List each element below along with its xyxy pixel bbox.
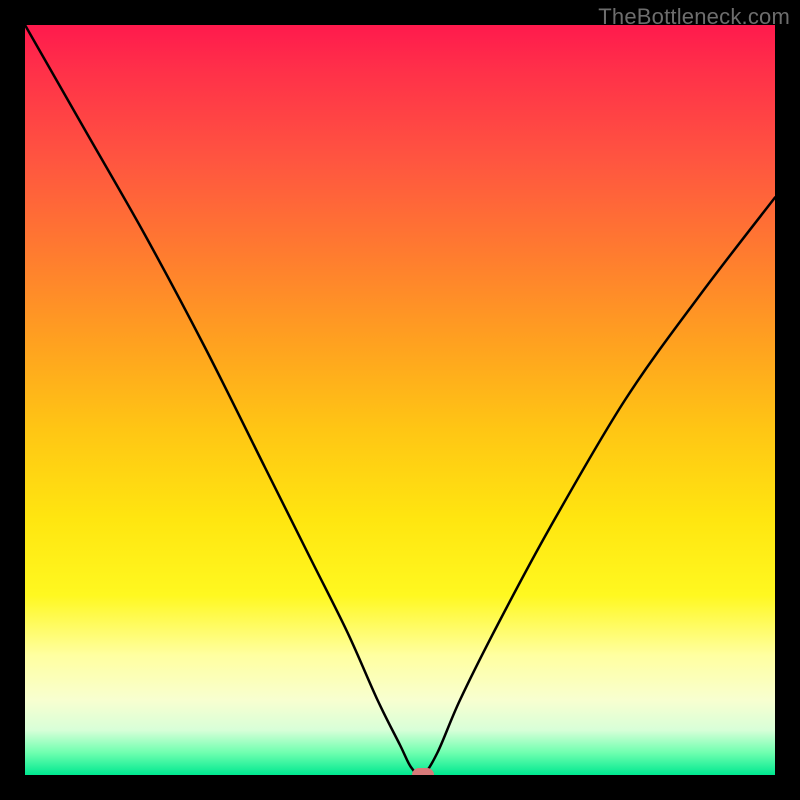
watermark-text: TheBottleneck.com xyxy=(598,4,790,30)
chart-frame: TheBottleneck.com xyxy=(0,0,800,800)
bottleneck-curve xyxy=(25,25,775,775)
plot-area xyxy=(25,25,775,775)
optimal-point-marker xyxy=(412,768,434,775)
curve-svg xyxy=(25,25,775,775)
